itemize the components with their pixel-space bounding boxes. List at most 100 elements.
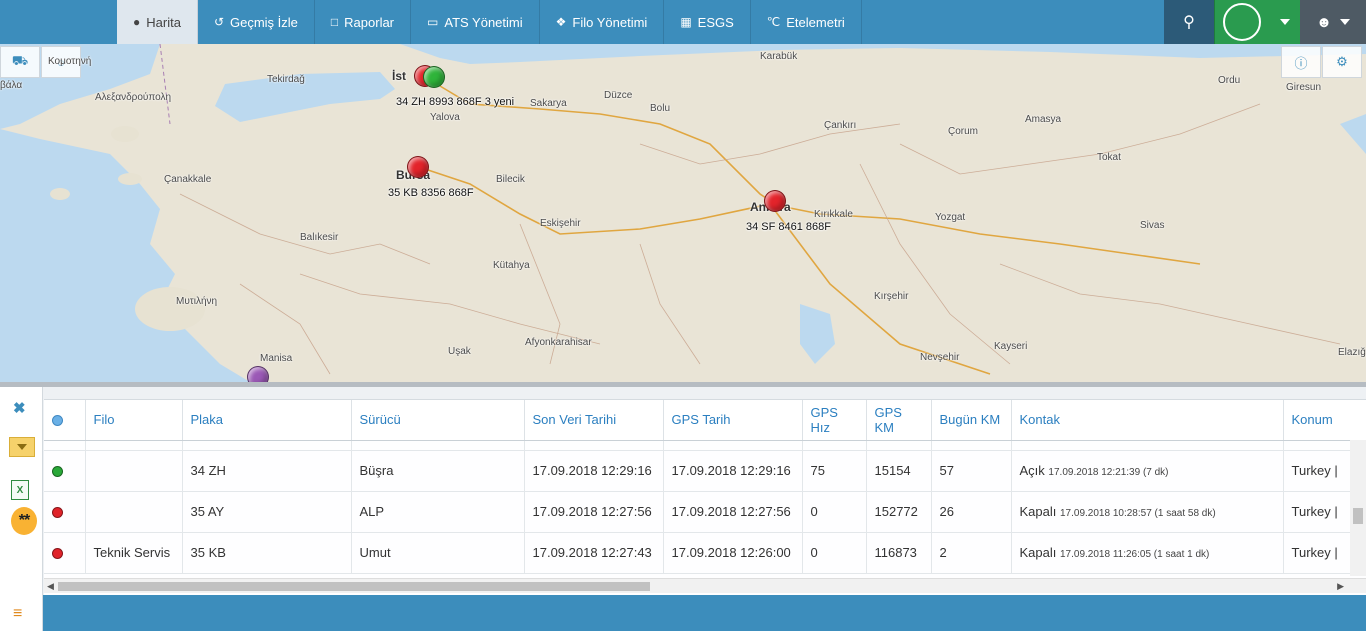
column-header-bugun-km[interactable]: Bugün KM — [931, 400, 1012, 441]
column-header-gps-km[interactable]: GPS KM — [866, 400, 932, 441]
menu-icon[interactable]: ≡ — [13, 605, 22, 623]
vehicle-marker-purple[interactable] — [247, 366, 269, 382]
kontak-cell: Kapalı 17.09.2018 11:26:05 (1 saat 1 dk) — [1011, 532, 1284, 574]
son-veri-cell: 17.09.2018 12:29:16 — [524, 450, 664, 492]
surucu-cell: Büşra — [351, 450, 525, 492]
map-base-layer — [0, 44, 1366, 382]
column-header-gps-hiz[interactable]: GPS Hız — [802, 400, 867, 441]
tab-etelemetri[interactable]: ℃ Etelemetri — [751, 0, 862, 44]
scroll-right-icon[interactable]: ▶ — [1337, 581, 1344, 592]
map-label-amasya: Amasya — [1025, 114, 1062, 125]
map-label-kirikkale: Kırıkkale — [814, 209, 853, 220]
tab-filo-yonetimi[interactable]: ❖ Filo Yönetimi — [540, 0, 665, 44]
kontak-state: Açık — [1019, 463, 1045, 478]
map-label-mytilini: Μυτιλήνη — [176, 296, 218, 307]
filo-cell — [85, 491, 183, 533]
status-cell — [44, 491, 86, 533]
column-header-plaka[interactable]: Plaka — [182, 400, 352, 441]
gps-tarih-cell: 17.09.2018 12:26:00 — [663, 532, 803, 574]
column-header-status[interactable] — [44, 400, 86, 441]
scroll-thumb[interactable] — [1353, 508, 1363, 524]
vehicle-label-ankara: 34 SF 8461 868F — [746, 221, 832, 233]
map-label-yalova: Yalova — [430, 112, 460, 123]
map-label-karabuk: Karabük — [760, 51, 798, 62]
status-dot-icon — [52, 415, 63, 427]
vehicle-marker-green[interactable] — [423, 66, 445, 88]
status-dot-icon — [52, 466, 63, 478]
tab-label: Harita — [146, 14, 181, 30]
tab-gecmis-izle[interactable]: ↺ Geçmiş İzle — [198, 0, 315, 44]
map-label-balikesir: Balıkesir — [300, 232, 339, 243]
tab-harita[interactable]: ● Harita — [117, 0, 198, 44]
map-label-canakkale: Çanakkale — [164, 174, 212, 185]
tab-label: Raporlar — [344, 14, 395, 30]
column-header-kontak[interactable]: Kontak — [1011, 400, 1284, 441]
status-dot-icon — [52, 507, 63, 519]
map-label-tekirdag: Tekirdağ — [267, 74, 305, 85]
status-ring-icon — [1223, 3, 1261, 41]
info-button[interactable]: ⓘ — [1281, 46, 1321, 78]
map-label-giresun: Giresun — [1286, 82, 1322, 93]
search-button[interactable]: ⚲ — [1164, 0, 1214, 44]
horizontal-scrollbar[interactable]: ◀ ▶ — [44, 578, 1366, 593]
map-label-kirsehir: Kırşehir — [874, 291, 909, 302]
map-label-kayseri: Kayseri — [994, 341, 1028, 352]
temperature-icon: ℃ — [766, 15, 781, 29]
grid-icon: ▦ — [680, 15, 692, 29]
tab-label: Filo Yönetimi — [572, 14, 648, 30]
tab-raporlar[interactable]: □ Raporlar — [315, 0, 412, 44]
plaka-cell: 34 ZH — [182, 450, 352, 492]
favorites-icon[interactable]: ** — [11, 507, 37, 535]
tab-label: Geçmiş İzle — [230, 14, 298, 30]
tab-label: Etelemetri — [786, 14, 845, 30]
settings-icon: ⚙ — [1336, 54, 1348, 69]
gps-km-cell: 152772 — [866, 491, 932, 533]
status-cell — [44, 450, 86, 492]
kontak-detail: 17.09.2018 12:21:39 (7 dk) — [1048, 467, 1169, 478]
map-label-cankiri: Çankırı — [824, 120, 857, 131]
user-menu-button[interactable]: ☻ — [1300, 0, 1366, 44]
status-dropdown[interactable] — [1214, 0, 1300, 44]
kontak-detail: 17.09.2018 11:26:05 (1 saat 1 dk) — [1060, 549, 1210, 560]
nav-right-tools: ⚲ ☻ — [1164, 0, 1366, 44]
column-header-gps-tarih[interactable]: GPS Tarih — [663, 400, 803, 441]
map-label-elazig: Elazığ — [1338, 347, 1366, 358]
vehicle-marker-red[interactable] — [407, 156, 429, 178]
map-canvas[interactable]: ⛟ ○ ⓘ ⚙ Κομοτηνή βάλα Αλεξανδρούπολη Tek… — [0, 44, 1366, 382]
close-icon[interactable]: ✖ — [13, 399, 26, 417]
collapse-button[interactable] — [9, 437, 35, 457]
table-row[interactable]: 35 AY ALP 17.09.2018 12:27:56 17.09.2018… — [44, 491, 1366, 533]
scroll-left-icon[interactable]: ◀ — [47, 581, 54, 592]
plaka-cell: 35 KB — [182, 532, 352, 574]
map-label-afyonkarahisar: Afyonkarahisar — [525, 337, 592, 348]
tab-esgs[interactable]: ▦ ESGS — [664, 0, 751, 44]
column-header-konum[interactable]: Konum — [1283, 400, 1366, 441]
scroll-thumb[interactable] — [58, 582, 650, 591]
car-filter-button[interactable]: ⛟ — [0, 46, 40, 78]
table-header-row: Filo Plaka Sürücü Son Veri Tarihi GPS Ta… — [44, 400, 1366, 441]
panel-splitter[interactable] — [0, 382, 1366, 387]
vehicle-plate: 34 ZH 8993 868F — [396, 96, 482, 108]
tab-ats-yonetimi[interactable]: ▭ ATS Yönetimi — [411, 0, 540, 44]
search-icon: ⚲ — [1183, 14, 1195, 31]
gps-hiz-cell: 75 — [802, 450, 867, 492]
table-spacer — [44, 440, 1366, 451]
column-header-filo[interactable]: Filo — [85, 400, 183, 441]
surucu-cell: Umut — [351, 532, 525, 574]
column-header-surucu[interactable]: Sürücü — [351, 400, 525, 441]
chevron-down-icon — [17, 444, 27, 450]
table-row[interactable]: 34 ZH Büşra 17.09.2018 12:29:16 17.09.20… — [44, 450, 1366, 492]
vehicle-marker-red[interactable] — [764, 190, 786, 212]
excel-export-icon[interactable]: X — [11, 480, 29, 500]
column-header-son-veri[interactable]: Son Veri Tarihi — [524, 400, 664, 441]
kontak-state: Kapalı — [1019, 504, 1057, 519]
map-label-bolu: Bolu — [650, 103, 671, 114]
table-row[interactable]: Teknik Servis 35 KB Umut 17.09.2018 12:2… — [44, 532, 1366, 574]
vehicle-label-bursa: 35 KB 8356 868F — [388, 187, 474, 199]
kontak-state: Kapalı — [1019, 545, 1057, 560]
map-label-nevsehir: Nevşehir — [920, 352, 960, 363]
globe-icon: ● — [133, 15, 141, 29]
settings-button[interactable]: ⚙ — [1322, 46, 1362, 78]
vertical-scrollbar[interactable] — [1350, 440, 1366, 576]
status-dot-icon — [52, 548, 63, 560]
